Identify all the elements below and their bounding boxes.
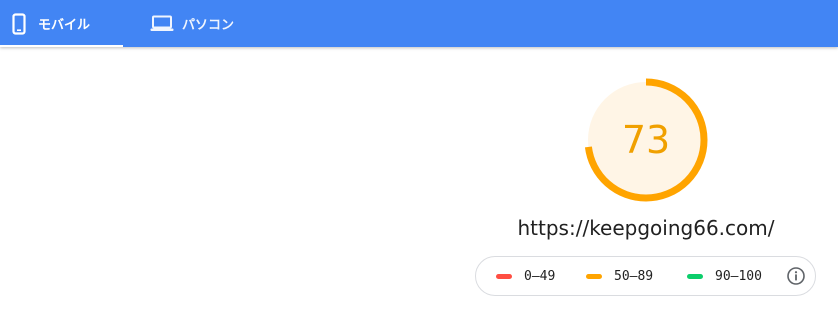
legend-swatch-pass xyxy=(687,273,703,279)
legend-swatch-fail xyxy=(496,273,512,279)
legend-swatch-average xyxy=(586,273,602,279)
legend-label-fail: 0–49 xyxy=(524,268,556,284)
performance-score-value: 73 xyxy=(621,118,671,162)
laptop-icon xyxy=(150,15,174,32)
tab-mobile[interactable]: モバイル xyxy=(0,0,123,47)
smartphone-icon xyxy=(12,12,26,35)
performance-score-gauge: 73 xyxy=(583,77,709,203)
tested-url: https://keepgoing66.com/ xyxy=(517,216,775,240)
legend-item-average: 50–89 xyxy=(586,257,653,295)
score-legend: 0–49 50–89 90–100 xyxy=(475,256,816,296)
legend-label-pass: 90–100 xyxy=(715,268,762,284)
selected-tab-indicator xyxy=(0,45,123,47)
tab-desktop[interactable]: パソコン xyxy=(123,0,263,47)
device-tab-bar: モバイル パソコン xyxy=(0,0,838,47)
legend-item-pass: 90–100 xyxy=(687,257,762,295)
tab-mobile-label: モバイル xyxy=(38,18,91,33)
info-icon[interactable] xyxy=(787,267,805,285)
legend-label-average: 50–89 xyxy=(614,268,654,284)
legend-item-fail: 0–49 xyxy=(496,257,555,295)
tab-desktop-label: パソコン xyxy=(182,18,235,33)
